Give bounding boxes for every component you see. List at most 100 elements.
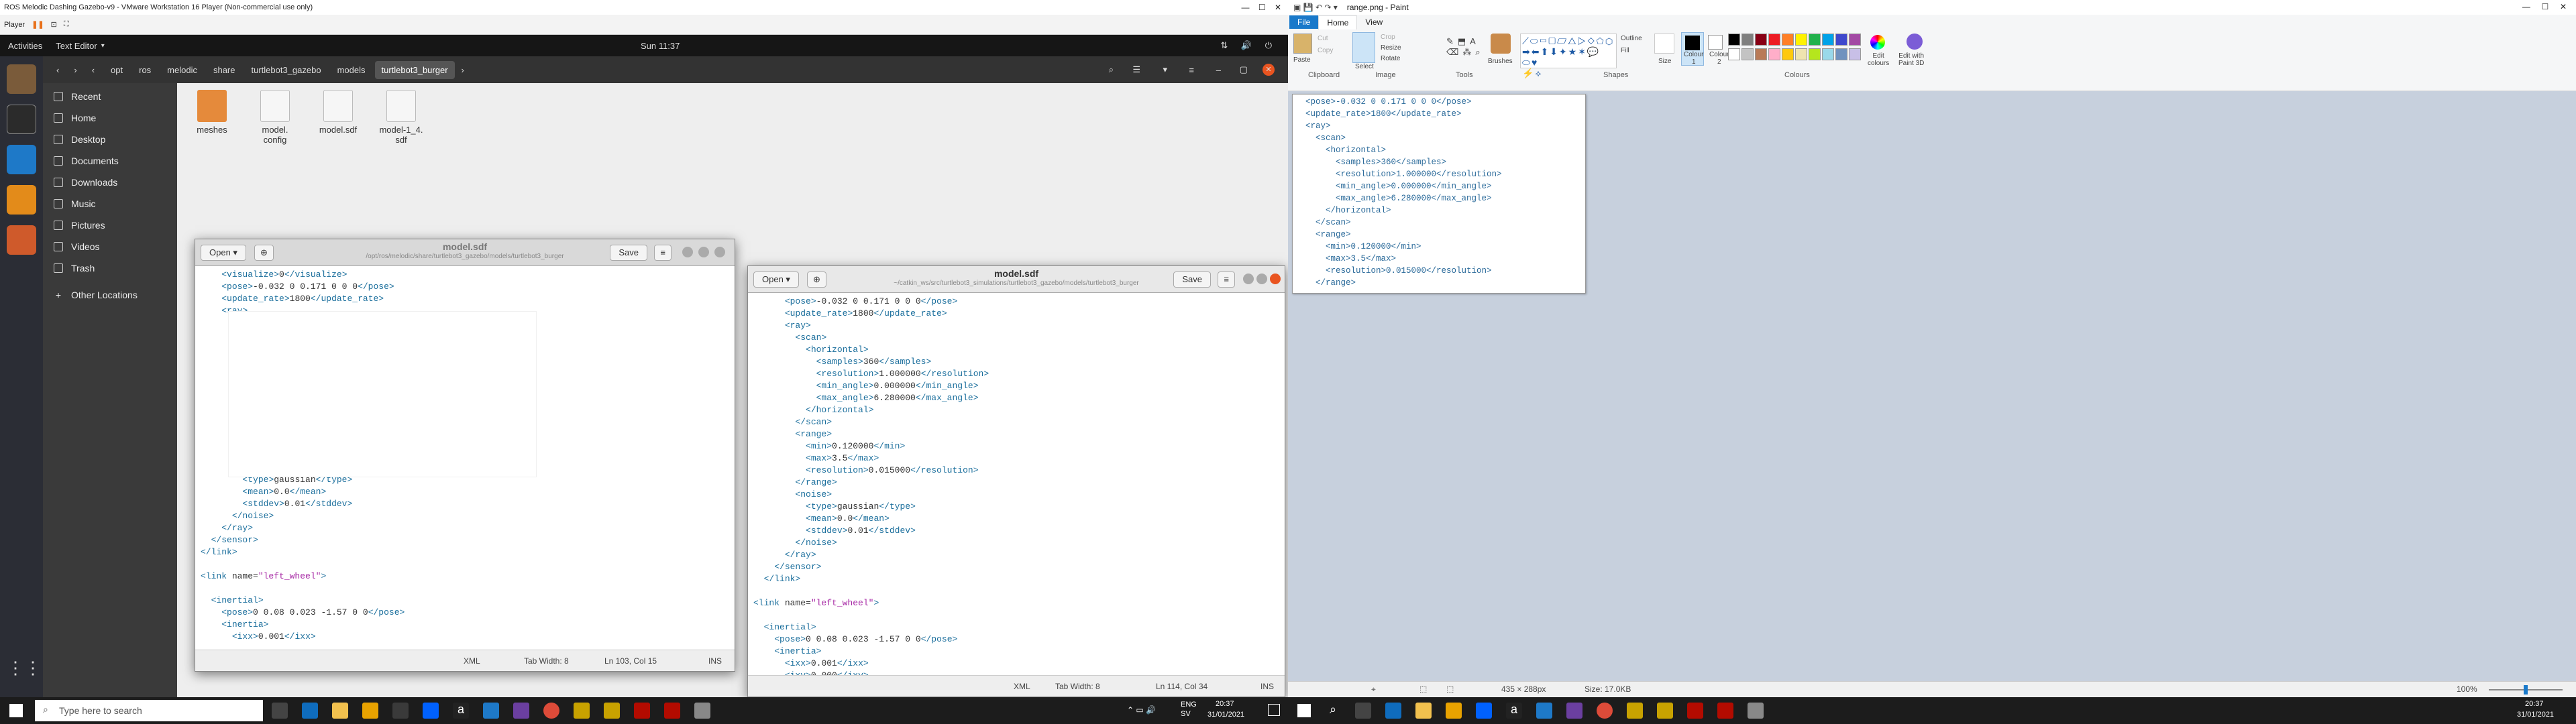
minimize-icon[interactable] <box>1243 274 1254 284</box>
acrobat-icon[interactable] <box>1717 703 1733 719</box>
taskbar-date[interactable]: 31/01/2021 <box>2517 711 2554 719</box>
brushes-label[interactable]: Brushes <box>1488 58 1513 65</box>
copy-button[interactable]: Copy <box>1318 47 1333 54</box>
acrobat-icon[interactable] <box>1687 703 1703 719</box>
sidebar-item-trash[interactable]: Trash <box>43 257 177 279</box>
view-list-icon[interactable]: ☰ <box>1132 64 1140 75</box>
rotate-button[interactable]: Rotate <box>1381 55 1400 62</box>
menu-icon[interactable]: ≡ <box>654 245 672 261</box>
crumb-turtlebot3-gazebo[interactable]: turtlebot3_gazebo <box>245 61 328 79</box>
size-label[interactable]: Size <box>1658 58 1671 65</box>
store-icon[interactable] <box>362 703 378 719</box>
crumb-turtlebot3-burger[interactable]: turtlebot3_burger <box>374 60 455 79</box>
chrome-icon[interactable] <box>543 703 559 719</box>
file-item-model-sdf[interactable]: model.sdf <box>310 90 366 135</box>
dock-terminal-icon[interactable] <box>7 105 36 134</box>
sidebar-item-recent[interactable]: Recent <box>43 86 177 107</box>
colour-swatch[interactable] <box>1849 48 1861 60</box>
dock-files-icon[interactable] <box>7 64 36 94</box>
vmware-icon[interactable] <box>694 703 710 719</box>
player-menu[interactable]: Player <box>4 21 25 29</box>
menu-icon[interactable]: ≡ <box>1189 65 1194 75</box>
sidebar-item-desktop[interactable]: Desktop <box>43 129 177 150</box>
sidebar-item-videos[interactable]: Videos <box>43 236 177 257</box>
colour-swatch[interactable] <box>1822 34 1834 46</box>
save-button[interactable]: Save <box>1173 272 1211 288</box>
cut-button[interactable]: Cut <box>1318 35 1328 42</box>
dropbox-icon[interactable] <box>1476 703 1492 719</box>
sidebar-item-documents[interactable]: Documents <box>43 150 177 172</box>
window-controls[interactable]: — ☐ ✕ <box>2522 2 2567 11</box>
teams-icon[interactable] <box>513 703 529 719</box>
forward-icon[interactable]: › <box>74 65 76 75</box>
colour-swatch[interactable] <box>1768 34 1780 46</box>
file-explorer-icon[interactable] <box>1415 703 1432 719</box>
pause-icon[interactable]: ❚❚ <box>32 20 44 29</box>
amazon-icon[interactable]: a <box>1506 703 1522 719</box>
colour-swatch[interactable] <box>1755 48 1767 60</box>
crumb-ros[interactable]: ros <box>132 61 158 79</box>
colour-swatch[interactable] <box>1809 48 1821 60</box>
edit-colours-icon[interactable] <box>1870 35 1885 50</box>
close-icon[interactable]: ✕ <box>1263 64 1275 76</box>
cursor-position[interactable]: Ln 103, Col 15 <box>604 656 657 666</box>
colour-swatch[interactable] <box>1809 34 1821 46</box>
colour-swatch[interactable] <box>1822 48 1834 60</box>
edge-icon[interactable] <box>1385 703 1401 719</box>
maximize-icon[interactable] <box>1256 274 1267 284</box>
language-indicator[interactable]: ENG SV <box>1181 700 1197 719</box>
back-icon[interactable]: ‹ <box>56 65 59 75</box>
activities-button[interactable]: Activities <box>8 41 42 51</box>
send-ctrl-alt-del-icon[interactable]: ⊡ <box>51 20 57 29</box>
quick-access-icons[interactable]: ▣ 💾 ↶ ↷ ▾ <box>1293 3 1338 12</box>
tab-width-selector[interactable]: Tab Width: 8 <box>1055 682 1100 691</box>
fullscreen-icon[interactable]: ⛶ <box>64 20 69 29</box>
search-icon[interactable]: ⌕ <box>1109 64 1114 75</box>
crumb-opt[interactable]: opt <box>104 61 129 79</box>
colour-swatch[interactable] <box>1741 34 1754 46</box>
window-controls[interactable]: — ☐ ✕ <box>1242 3 1281 12</box>
colour-swatch[interactable] <box>1728 34 1740 46</box>
dock-vscode-icon[interactable] <box>7 145 36 174</box>
cursor-position[interactable]: Ln 114, Col 34 <box>1156 682 1208 691</box>
crumb-share[interactable]: share <box>207 61 242 79</box>
maximize-icon[interactable] <box>698 247 709 257</box>
clock[interactable]: Sun 11:37 <box>641 41 680 51</box>
sidebar-item-music[interactable]: Music <box>43 193 177 215</box>
colour-swatch[interactable] <box>1768 48 1780 60</box>
vscode-icon[interactable] <box>483 703 499 719</box>
colour-swatch[interactable] <box>1728 48 1740 60</box>
sidebar-item-pictures[interactable]: Pictures <box>43 215 177 236</box>
colour-swatch[interactable] <box>1849 34 1861 46</box>
task-view-icon[interactable] <box>272 703 288 719</box>
outline-dropdown[interactable]: Outline <box>1621 35 1642 42</box>
task-view-icon[interactable] <box>1355 703 1371 719</box>
sidebar-item-other-locations[interactable]: + Other Locations <box>43 284 177 306</box>
path-left-icon[interactable]: ‹ <box>92 65 95 75</box>
language-selector[interactable]: XML <box>1014 682 1030 691</box>
windows-start-icon[interactable] <box>9 704 23 717</box>
app-icon[interactable] <box>392 703 409 719</box>
fill-dropdown[interactable]: Fill <box>1621 47 1629 54</box>
taskbar-date[interactable]: 31/01/2021 <box>1208 711 1244 719</box>
colour-swatch[interactable] <box>1741 48 1754 60</box>
acrobat-icon[interactable] <box>664 703 680 719</box>
colour-swatch[interactable] <box>1782 34 1794 46</box>
tab-width-selector[interactable]: Tab Width: 8 <box>524 656 569 666</box>
file-item-meshes[interactable]: meshes <box>184 90 240 135</box>
app-menu[interactable]: Text Editor <box>56 41 97 51</box>
notifications-icon[interactable] <box>1268 704 1280 716</box>
maximize-icon[interactable]: ▢ <box>1240 64 1248 75</box>
vscode-icon[interactable] <box>1536 703 1552 719</box>
tab-home[interactable]: Home <box>1318 15 1358 29</box>
show-applications-icon[interactable]: ⋮⋮ <box>7 653 42 682</box>
tab-file[interactable]: File <box>1289 15 1319 29</box>
teams-icon[interactable] <box>1566 703 1582 719</box>
edit-colours-label[interactable]: Edit colours <box>1868 52 1889 67</box>
shapes-gallery[interactable]: ⟋⬭▭▢▱△▷◇⬠⬡ ➡⬅⬆⬇✦★✶💬⬭♥ ⚡⟡ <box>1520 34 1617 78</box>
close-icon[interactable] <box>1270 274 1281 284</box>
paint3d-label[interactable]: Edit with Paint 3D <box>1898 52 1924 67</box>
file-item-model-config[interactable]: model. config <box>247 90 303 145</box>
select-button[interactable] <box>1352 32 1375 63</box>
app-icon[interactable] <box>1657 703 1673 719</box>
